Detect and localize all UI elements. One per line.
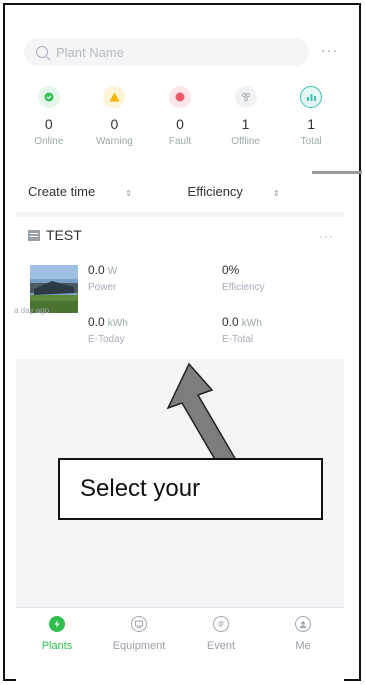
pointer-arrow: [166, 362, 238, 469]
tab-equipment[interactable]: Equipment: [98, 608, 180, 681]
stat-value: 0: [44, 116, 53, 132]
search-bar[interactable]: Plant Name: [24, 38, 309, 66]
fault-icon: [168, 86, 191, 108]
stat-offline[interactable]: 1 Offline: [213, 86, 279, 166]
equipment-icon: [131, 616, 147, 632]
last-updated: a day ago: [14, 306, 50, 315]
stat-label: Total: [300, 136, 322, 147]
tab-plants[interactable]: Plants: [16, 608, 98, 681]
check-dot-icon: [37, 86, 60, 108]
efficiency-value: 0%: [222, 263, 240, 277]
offline-icon: [234, 86, 257, 108]
more-icon[interactable]: ···: [321, 42, 338, 58]
stats-scroll-indicator: [312, 171, 362, 174]
tab-label: Event: [206, 640, 236, 652]
status-summary: 0 Online 0 Warning 0 Fault 1 Offline 1 T…: [16, 86, 344, 166]
tab-label: Equipment: [112, 640, 166, 652]
sort-arrows-icon: ⇕: [272, 189, 280, 198]
stat-value: 0: [176, 116, 184, 132]
sort-label: Efficiency: [187, 184, 243, 199]
bolt-icon: [49, 616, 65, 632]
stat-label: Fault: [168, 136, 192, 147]
etotal-value: 0.0: [222, 315, 239, 329]
efficiency-label: Efficiency: [222, 282, 265, 293]
stat-fault[interactable]: 0 Fault: [147, 86, 213, 166]
stat-label: Offline: [231, 136, 260, 147]
instruction-callout: Select your: [58, 458, 323, 520]
tab-me[interactable]: Me: [262, 608, 344, 681]
etotal-stat: 0.0 kWh E-Total: [222, 315, 262, 345]
stat-value: 1: [307, 116, 316, 132]
user-icon: [295, 616, 311, 632]
warning-icon: [103, 86, 126, 108]
sort-efficiency[interactable]: Efficiency ⇕: [188, 184, 306, 199]
plant-header: TEST: [28, 227, 82, 243]
chart-icon: [300, 86, 323, 108]
search-icon: [36, 46, 48, 58]
power-label: Power: [88, 282, 117, 293]
etoday-value: 0.0: [88, 315, 105, 329]
etotal-label: E-Total: [222, 334, 254, 345]
event-icon: [213, 616, 229, 632]
etoday-unit: kWh: [107, 318, 128, 329]
plant-icon: [28, 229, 40, 241]
app-screen: Plant Name ··· 0 Online 0 Warning 0 Faul…: [16, 30, 344, 680]
etoday-stat: 0.0 kWh E-Today: [88, 315, 128, 345]
tab-label: Me: [295, 640, 311, 652]
stat-total[interactable]: 1 Total: [278, 86, 344, 166]
stat-value: 1: [241, 116, 250, 132]
tab-label: Plants: [41, 640, 73, 652]
sort-bar: Create time ⇕ Efficiency ⇕: [28, 184, 332, 199]
search-input[interactable]: Plant Name: [56, 45, 124, 60]
header-area: Plant Name ··· 0 Online 0 Warning 0 Faul…: [16, 30, 344, 212]
stat-label: Online: [34, 136, 64, 147]
stat-online[interactable]: 0 Online: [16, 86, 82, 166]
plant-card[interactable]: TEST ··· 0.0 W Power 0% Efficiency 0.0 k…: [16, 217, 344, 359]
power-unit: W: [107, 266, 118, 277]
bottom-tab-bar: Plants Equipment Event Me: [16, 607, 344, 681]
sort-arrows-icon: ⇕: [125, 189, 132, 198]
power-value: 0.0: [88, 263, 105, 277]
tab-event[interactable]: Event: [180, 608, 262, 681]
sort-label: Create time: [28, 184, 96, 199]
stat-label: Warning: [95, 136, 133, 147]
power-stat: 0.0 W Power: [88, 263, 117, 293]
etotal-unit: kWh: [241, 318, 262, 329]
callout-text: Select your: [80, 475, 201, 502]
stat-warning[interactable]: 0 Warning: [82, 86, 148, 166]
sort-create-time[interactable]: Create time ⇕: [28, 184, 158, 199]
plant-more-icon[interactable]: ···: [319, 229, 334, 243]
plant-name: TEST: [46, 227, 82, 243]
efficiency-stat: 0% Efficiency: [222, 263, 265, 293]
stat-value: 0: [110, 116, 119, 132]
etoday-label: E-Today: [88, 334, 125, 345]
